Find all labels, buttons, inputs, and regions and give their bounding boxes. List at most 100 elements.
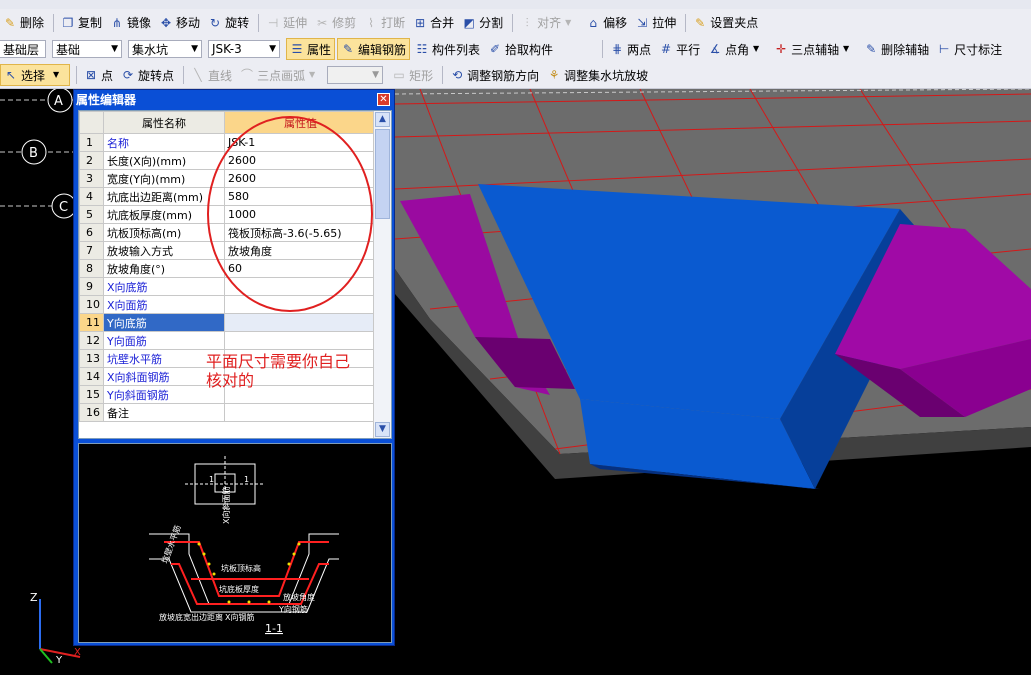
property-value[interactable] — [224, 331, 377, 350]
property-name[interactable]: 坑底板厚度(mm) — [103, 205, 225, 224]
delete-button[interactable]: ✎ 删除 — [0, 13, 47, 33]
edit-rebar-button[interactable]: ✎ 编辑钢筋 — [337, 38, 411, 60]
scroll-up-button[interactable]: ▲ — [375, 112, 390, 127]
scroll-down-button[interactable]: ▼ — [375, 422, 390, 437]
property-value[interactable]: 1000 — [224, 205, 377, 224]
section-mark-right: 1 — [244, 475, 249, 484]
trim-button[interactable]: ✂ 修剪 — [312, 13, 359, 33]
point-angle-button[interactable]: ∡ 点角 ▼ — [705, 39, 769, 59]
category-select[interactable]: 基础 ▼ — [52, 40, 122, 58]
property-value[interactable]: JSK-1 — [224, 133, 377, 152]
split-button[interactable]: ◩ 分割 — [459, 13, 506, 33]
rotate-point-icon: ⟳ — [123, 68, 134, 82]
two-points-button[interactable]: ⋕ 两点 — [607, 39, 654, 59]
property-row[interactable]: 2 长度(X向)(mm) 2600 — [79, 151, 377, 170]
property-name[interactable]: 名称 — [103, 133, 225, 152]
floor-select[interactable]: 基础层 — [0, 40, 46, 58]
property-row[interactable]: 7 放坡输入方式 放坡角度 — [79, 241, 377, 260]
property-value[interactable]: 筏板顶标高-3.6(-5.65) — [224, 223, 377, 242]
property-row[interactable]: 16 备注 — [79, 403, 377, 422]
property-value[interactable]: 放坡角度 — [224, 241, 377, 260]
property-name[interactable]: 宽度(Y向)(mm) — [103, 169, 225, 188]
close-button[interactable]: ✕ — [377, 93, 390, 106]
point-button[interactable]: ⊠ 点 — [81, 65, 116, 85]
property-value[interactable]: 2600 — [224, 151, 377, 170]
dimension-button[interactable]: ⊢ 尺寸标注 — [934, 39, 1005, 59]
arc-mode-select[interactable]: ▼ — [327, 66, 384, 84]
property-name[interactable]: X向面筋 — [103, 295, 225, 314]
wall-rebar-label: 坑壁水平筋 — [159, 524, 182, 565]
property-row[interactable]: 9 X向底筋 — [79, 277, 377, 296]
property-value[interactable]: 580 — [224, 187, 377, 206]
align-button[interactable]: ⫶ 对齐 ▼ — [517, 13, 581, 33]
three-point-axis-button[interactable]: ✛ 三点辅轴 ▼ — [771, 39, 859, 59]
y-rebar-label: Y向钢筋 — [278, 604, 308, 614]
property-row[interactable]: 3 宽度(Y向)(mm) 2600 — [79, 169, 377, 188]
property-row[interactable]: 5 坑底板厚度(mm) 1000 — [79, 205, 377, 224]
toolbar-separator — [442, 66, 444, 84]
offset-button[interactable]: ⌂ 偏移 — [583, 13, 630, 33]
component-type-select[interactable]: 集水坑 ▼ — [128, 40, 202, 58]
property-value[interactable] — [224, 313, 377, 332]
rotate-button[interactable]: ↻ 旋转 — [205, 13, 252, 33]
component-list-button[interactable]: ☷ 构件列表 — [412, 39, 483, 59]
property-value[interactable]: 60 — [224, 259, 377, 278]
property-name[interactable]: 放坡输入方式 — [103, 241, 225, 260]
align-icon: ⫶ — [525, 15, 529, 30]
row-number: 12 — [79, 331, 104, 350]
three-point-arc-button[interactable]: ⌒ 三点画弧 ▼ — [237, 65, 325, 85]
property-row[interactable]: 8 放坡角度(°) 60 — [79, 259, 377, 278]
property-value[interactable] — [224, 403, 377, 422]
property-row[interactable]: 10 X向面筋 — [79, 295, 377, 314]
property-value[interactable] — [224, 277, 377, 296]
property-row[interactable]: 12 Y向面筋 — [79, 331, 377, 350]
property-name[interactable]: 坑底出边距离(mm) — [103, 187, 225, 206]
component-toolbar: 基础层 基础 ▼ 集水坑 ▼ JSK-3 ▼ ☰ 属性 ✎ 编辑钢筋 ☷ 构件列表 ✐ 拾取构… — [0, 36, 1031, 63]
row-number: 2 — [79, 151, 104, 170]
pick-component-button[interactable]: ✐ 拾取构件 — [485, 39, 556, 59]
break-button[interactable]: ⌇ 打断 — [361, 13, 408, 33]
line-button[interactable]: ╲ 直线 — [188, 65, 235, 85]
property-row[interactable]: 1 名称 JSK-1 — [79, 133, 377, 152]
property-name[interactable]: 长度(X向)(mm) — [103, 151, 225, 170]
merge-button[interactable]: ⊞ 合并 — [410, 13, 457, 33]
property-value[interactable]: 2600 — [224, 169, 377, 188]
component-select[interactable]: JSK-3 ▼ — [208, 40, 280, 58]
property-name[interactable]: X向底筋 — [103, 277, 225, 296]
property-name[interactable]: Y向底筋 — [103, 313, 225, 332]
parallel-button[interactable]: # 平行 — [656, 39, 703, 59]
property-row[interactable]: 4 坑底出边距离(mm) 580 — [79, 187, 377, 206]
adjust-rebar-dir-button[interactable]: ⟲ 调整钢筋方向 — [447, 65, 542, 85]
rotate-point-button[interactable]: ⟳ 旋转点 — [118, 65, 177, 85]
scroll-thumb[interactable] — [375, 129, 390, 219]
property-value[interactable] — [224, 295, 377, 314]
row-number: 9 — [79, 277, 104, 296]
copy-button[interactable]: ❐ 复制 — [58, 13, 105, 33]
stretch-button[interactable]: ⇲ 拉伸 — [632, 13, 679, 33]
property-name[interactable]: 放坡角度(°) — [103, 259, 225, 278]
annotation-text-line2: 核对的 — [206, 371, 255, 390]
toolbar-separator — [685, 13, 687, 32]
property-name[interactable]: 备注 — [103, 403, 225, 422]
parallel-icon: # — [661, 42, 672, 56]
move-button[interactable]: ✥ 移动 — [156, 13, 203, 33]
extend-button[interactable]: ⊣ 延伸 — [263, 13, 310, 33]
property-scrollbar[interactable]: ▲ ▼ — [373, 111, 391, 438]
row-number: 13 — [79, 349, 104, 368]
line-icon: ╲ — [194, 68, 202, 82]
rectangle-button[interactable]: ▭ 矩形 — [389, 65, 436, 85]
mirror-button[interactable]: ⋔ 镜像 — [107, 13, 154, 33]
row-number: 11 — [79, 313, 104, 332]
section-mark-left: 1 — [209, 475, 214, 484]
property-row[interactable]: 6 坑板顶标高(m) 筏板顶标高-3.6(-5.65) — [79, 223, 377, 242]
row-number: 5 — [79, 205, 104, 224]
property-name[interactable]: 坑板顶标高(m) — [103, 223, 225, 242]
property-name[interactable]: Y向面筋 — [103, 331, 225, 350]
properties-button[interactable]: ☰ 属性 — [286, 38, 336, 60]
delete-axis-button[interactable]: ✎ 删除辅轴 — [861, 39, 932, 59]
select-button[interactable]: ↖ 选择 ▼ — [0, 64, 71, 86]
property-row[interactable]: 11 Y向底筋 — [79, 313, 377, 332]
row-number: 4 — [79, 187, 104, 206]
adjust-slope-button[interactable]: ⚘ 调整集水坑放坡 — [544, 65, 651, 85]
set-grip-button[interactable]: ✎ 设置夹点 — [690, 13, 761, 33]
